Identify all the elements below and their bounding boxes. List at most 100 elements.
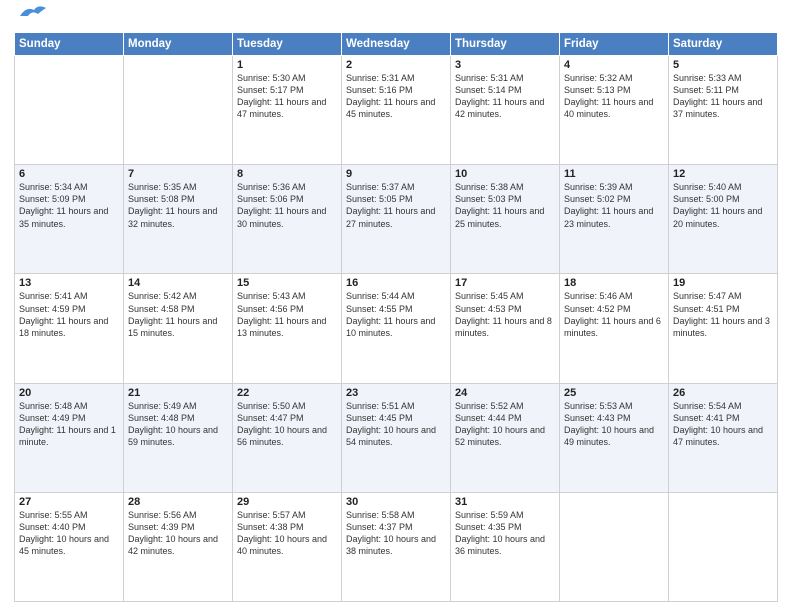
cell-info: Sunrise: 5:43 AMSunset: 4:56 PMDaylight:… — [237, 290, 337, 339]
day-number: 1 — [237, 59, 337, 71]
day-number: 27 — [19, 496, 119, 508]
calendar-cell: 19Sunrise: 5:47 AMSunset: 4:51 PMDayligh… — [669, 274, 778, 383]
day-number: 9 — [346, 168, 446, 180]
calendar-cell: 7Sunrise: 5:35 AMSunset: 5:08 PMDaylight… — [124, 165, 233, 274]
cell-info: Sunrise: 5:40 AMSunset: 5:00 PMDaylight:… — [673, 181, 773, 230]
day-number: 13 — [19, 277, 119, 289]
cell-info: Sunrise: 5:36 AMSunset: 5:06 PMDaylight:… — [237, 181, 337, 230]
calendar-cell: 9Sunrise: 5:37 AMSunset: 5:05 PMDaylight… — [342, 165, 451, 274]
cell-info: Sunrise: 5:54 AMSunset: 4:41 PMDaylight:… — [673, 400, 773, 449]
cell-info: Sunrise: 5:59 AMSunset: 4:35 PMDaylight:… — [455, 509, 555, 558]
calendar-header-row: SundayMondayTuesdayWednesdayThursdayFrid… — [15, 33, 778, 56]
cell-info: Sunrise: 5:39 AMSunset: 5:02 PMDaylight:… — [564, 181, 664, 230]
calendar-cell — [560, 492, 669, 601]
day-number: 18 — [564, 277, 664, 289]
calendar-cell: 21Sunrise: 5:49 AMSunset: 4:48 PMDayligh… — [124, 383, 233, 492]
cell-info: Sunrise: 5:31 AMSunset: 5:14 PMDaylight:… — [455, 72, 555, 121]
calendar-cell: 14Sunrise: 5:42 AMSunset: 4:58 PMDayligh… — [124, 274, 233, 383]
cell-info: Sunrise: 5:33 AMSunset: 5:11 PMDaylight:… — [673, 72, 773, 121]
calendar-cell: 28Sunrise: 5:56 AMSunset: 4:39 PMDayligh… — [124, 492, 233, 601]
calendar-cell — [124, 56, 233, 165]
calendar-cell: 20Sunrise: 5:48 AMSunset: 4:49 PMDayligh… — [15, 383, 124, 492]
calendar-cell: 6Sunrise: 5:34 AMSunset: 5:09 PMDaylight… — [15, 165, 124, 274]
day-number: 25 — [564, 387, 664, 399]
calendar-cell: 16Sunrise: 5:44 AMSunset: 4:55 PMDayligh… — [342, 274, 451, 383]
day-number: 16 — [346, 277, 446, 289]
day-number: 23 — [346, 387, 446, 399]
calendar-cell: 31Sunrise: 5:59 AMSunset: 4:35 PMDayligh… — [451, 492, 560, 601]
col-header-saturday: Saturday — [669, 33, 778, 56]
day-number: 14 — [128, 277, 228, 289]
calendar-cell: 30Sunrise: 5:58 AMSunset: 4:37 PMDayligh… — [342, 492, 451, 601]
cell-info: Sunrise: 5:47 AMSunset: 4:51 PMDaylight:… — [673, 290, 773, 339]
cell-info: Sunrise: 5:41 AMSunset: 4:59 PMDaylight:… — [19, 290, 119, 339]
calendar-cell — [15, 56, 124, 165]
day-number: 26 — [673, 387, 773, 399]
cell-info: Sunrise: 5:56 AMSunset: 4:39 PMDaylight:… — [128, 509, 228, 558]
cell-info: Sunrise: 5:42 AMSunset: 4:58 PMDaylight:… — [128, 290, 228, 339]
cell-info: Sunrise: 5:46 AMSunset: 4:52 PMDaylight:… — [564, 290, 664, 339]
col-header-friday: Friday — [560, 33, 669, 56]
logo — [14, 10, 48, 24]
col-header-wednesday: Wednesday — [342, 33, 451, 56]
day-number: 22 — [237, 387, 337, 399]
calendar-cell: 18Sunrise: 5:46 AMSunset: 4:52 PMDayligh… — [560, 274, 669, 383]
day-number: 30 — [346, 496, 446, 508]
header — [14, 10, 778, 24]
cell-info: Sunrise: 5:50 AMSunset: 4:47 PMDaylight:… — [237, 400, 337, 449]
day-number: 17 — [455, 277, 555, 289]
day-number: 6 — [19, 168, 119, 180]
col-header-thursday: Thursday — [451, 33, 560, 56]
day-number: 10 — [455, 168, 555, 180]
day-number: 2 — [346, 59, 446, 71]
cell-info: Sunrise: 5:32 AMSunset: 5:13 PMDaylight:… — [564, 72, 664, 121]
cell-info: Sunrise: 5:30 AMSunset: 5:17 PMDaylight:… — [237, 72, 337, 121]
calendar-cell: 3Sunrise: 5:31 AMSunset: 5:14 PMDaylight… — [451, 56, 560, 165]
calendar-cell: 4Sunrise: 5:32 AMSunset: 5:13 PMDaylight… — [560, 56, 669, 165]
day-number: 7 — [128, 168, 228, 180]
day-number: 5 — [673, 59, 773, 71]
day-number: 20 — [19, 387, 119, 399]
cell-info: Sunrise: 5:57 AMSunset: 4:38 PMDaylight:… — [237, 509, 337, 558]
calendar-cell: 10Sunrise: 5:38 AMSunset: 5:03 PMDayligh… — [451, 165, 560, 274]
day-number: 31 — [455, 496, 555, 508]
calendar-cell: 23Sunrise: 5:51 AMSunset: 4:45 PMDayligh… — [342, 383, 451, 492]
cell-info: Sunrise: 5:52 AMSunset: 4:44 PMDaylight:… — [455, 400, 555, 449]
calendar-cell: 25Sunrise: 5:53 AMSunset: 4:43 PMDayligh… — [560, 383, 669, 492]
calendar-week-row: 27Sunrise: 5:55 AMSunset: 4:40 PMDayligh… — [15, 492, 778, 601]
calendar-cell: 8Sunrise: 5:36 AMSunset: 5:06 PMDaylight… — [233, 165, 342, 274]
cell-info: Sunrise: 5:49 AMSunset: 4:48 PMDaylight:… — [128, 400, 228, 449]
calendar-cell: 2Sunrise: 5:31 AMSunset: 5:16 PMDaylight… — [342, 56, 451, 165]
calendar-week-row: 6Sunrise: 5:34 AMSunset: 5:09 PMDaylight… — [15, 165, 778, 274]
day-number: 24 — [455, 387, 555, 399]
day-number: 4 — [564, 59, 664, 71]
calendar-cell: 15Sunrise: 5:43 AMSunset: 4:56 PMDayligh… — [233, 274, 342, 383]
day-number: 19 — [673, 277, 773, 289]
day-number: 15 — [237, 277, 337, 289]
cell-info: Sunrise: 5:38 AMSunset: 5:03 PMDaylight:… — [455, 181, 555, 230]
logo-bird-icon — [18, 2, 48, 24]
day-number: 8 — [237, 168, 337, 180]
day-number: 21 — [128, 387, 228, 399]
calendar-week-row: 13Sunrise: 5:41 AMSunset: 4:59 PMDayligh… — [15, 274, 778, 383]
day-number: 3 — [455, 59, 555, 71]
calendar-week-row: 20Sunrise: 5:48 AMSunset: 4:49 PMDayligh… — [15, 383, 778, 492]
page: SundayMondayTuesdayWednesdayThursdayFrid… — [0, 0, 792, 612]
day-number: 12 — [673, 168, 773, 180]
cell-info: Sunrise: 5:55 AMSunset: 4:40 PMDaylight:… — [19, 509, 119, 558]
cell-info: Sunrise: 5:45 AMSunset: 4:53 PMDaylight:… — [455, 290, 555, 339]
calendar-cell: 12Sunrise: 5:40 AMSunset: 5:00 PMDayligh… — [669, 165, 778, 274]
cell-info: Sunrise: 5:34 AMSunset: 5:09 PMDaylight:… — [19, 181, 119, 230]
calendar-cell: 24Sunrise: 5:52 AMSunset: 4:44 PMDayligh… — [451, 383, 560, 492]
calendar-cell: 27Sunrise: 5:55 AMSunset: 4:40 PMDayligh… — [15, 492, 124, 601]
col-header-sunday: Sunday — [15, 33, 124, 56]
calendar-cell: 22Sunrise: 5:50 AMSunset: 4:47 PMDayligh… — [233, 383, 342, 492]
cell-info: Sunrise: 5:31 AMSunset: 5:16 PMDaylight:… — [346, 72, 446, 121]
calendar-cell: 17Sunrise: 5:45 AMSunset: 4:53 PMDayligh… — [451, 274, 560, 383]
cell-info: Sunrise: 5:44 AMSunset: 4:55 PMDaylight:… — [346, 290, 446, 339]
cell-info: Sunrise: 5:53 AMSunset: 4:43 PMDaylight:… — [564, 400, 664, 449]
calendar-cell — [669, 492, 778, 601]
calendar-table: SundayMondayTuesdayWednesdayThursdayFrid… — [14, 32, 778, 602]
col-header-tuesday: Tuesday — [233, 33, 342, 56]
col-header-monday: Monday — [124, 33, 233, 56]
